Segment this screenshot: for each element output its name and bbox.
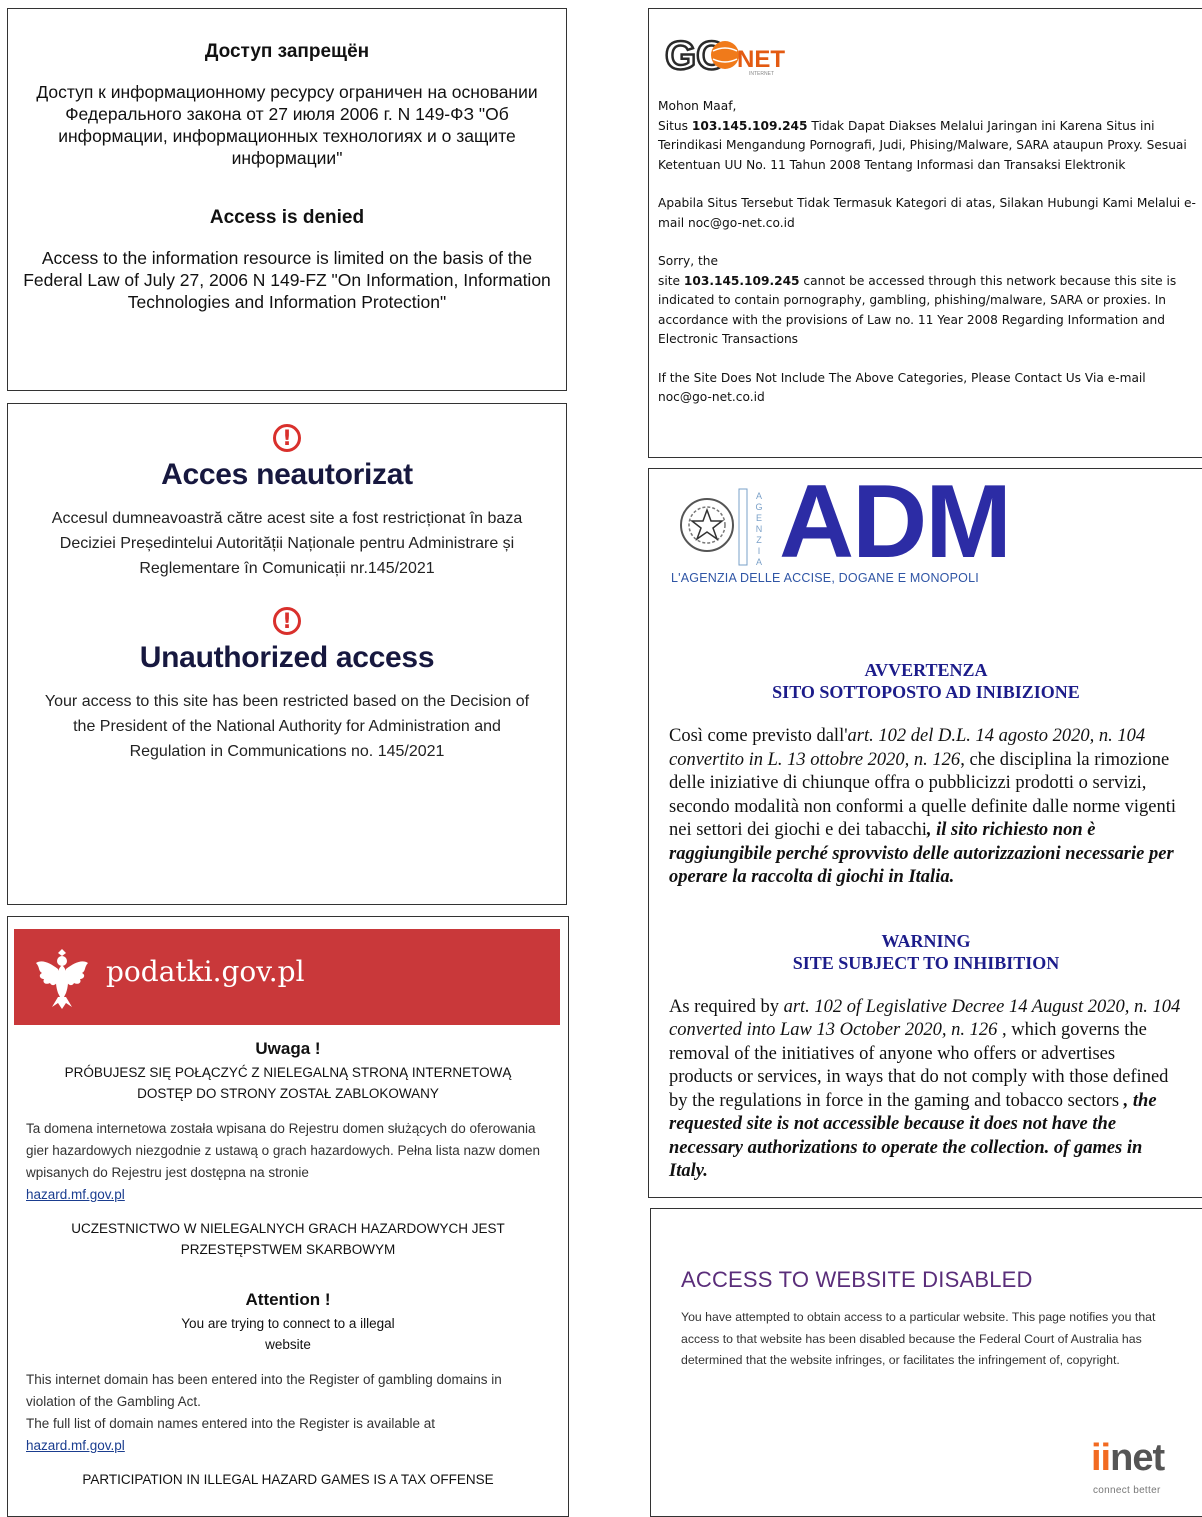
hazard-link[interactable]: hazard.mf.gov.pl	[26, 1187, 125, 1202]
indonesia-block-page: GO NET INTERNET Mohon Maaf, Situs 103.145…	[648, 8, 1202, 458]
italy-block-page: AGENZIA ADM L'AGENZIA DELLE ACCISE, DOGA…	[648, 468, 1202, 1198]
pl-caps-line-2: DOSTĘP DO STRONY ZOSTAŁ ZABLOKOWANY	[137, 1086, 439, 1101]
en-heading-2: SITE SUBJECT TO INHIBITION	[792, 952, 1060, 973]
romania-title-ro: Acces neautorizat	[161, 458, 413, 491]
logo-net-text: NET	[737, 46, 785, 73]
it-paragraph: Così come previsto dall'art. 102 del D.L…	[649, 725, 1202, 890]
pl-paragraph-text: Ta domena internetowa została wpisana do…	[26, 1121, 541, 1180]
msg-id-1a: Mohon Maaf,	[658, 99, 737, 113]
agency-name: L'AGENZIA DELLE ACCISE, DOGANE E MONOPOL…	[671, 571, 979, 585]
exclamation-circle-icon: !	[273, 424, 301, 452]
russia-title-ru: Доступ запрещён	[204, 41, 370, 62]
en-subline-1: You are trying to connect to a illegal	[181, 1316, 395, 1331]
msg-en-2: If the Site Does Not Include The Above C…	[658, 370, 1146, 405]
russia-text-ru: Доступ к информационному ресурсу огранич…	[36, 82, 538, 168]
msg-en-1b: site	[658, 273, 684, 288]
russia-block-page: Доступ запрещён Доступ к информационному…	[7, 8, 567, 391]
pl-paragraph: Ta domena internetowa została wpisana do…	[8, 1118, 568, 1206]
polish-eagle-icon	[36, 949, 88, 1009]
poland-block-page: podatki.gov.pl Uwaga ! PRÓBUJESZ SIĘ POŁ…	[7, 916, 569, 1517]
au-title: ACCESS TO WEBSITE DISABLED	[681, 1267, 1033, 1292]
hazard-link[interactable]: hazard.mf.gov.pl	[26, 1438, 125, 1453]
en-heading: Attention !	[245, 1290, 331, 1309]
pl-heading: Uwaga !	[255, 1039, 321, 1058]
en-paragraph: This internet domain has been entered in…	[8, 1369, 568, 1457]
it-heading-2: SITO SOTTOPOSTO AD INIBIZIONE	[772, 682, 1080, 702]
adm-logo: ADM	[779, 468, 1012, 580]
romania-text-en: Your access to this site has been restri…	[44, 693, 530, 760]
en-subline-2: website	[265, 1337, 311, 1352]
iinet-logo: iinet	[1091, 1437, 1165, 1479]
russia-text-en: Access to the information resource is li…	[23, 248, 551, 312]
msg-id-2: Apabila Situs Tersebut Tidak Termasuk Ka…	[658, 196, 1196, 230]
agenzia-vertical-text: AGENZIA	[755, 491, 763, 567]
iinet-tagline: connect better	[1093, 1485, 1161, 1496]
en-heading-1: WARNING	[881, 930, 971, 951]
podatki-header-banner: podatki.gov.pl	[14, 929, 560, 1025]
romania-text-ro: Accesul dumneavoastră către acest site a…	[51, 510, 523, 577]
romania-block-page: ! Acces neautorizat Accesul dumneavoastr…	[7, 403, 567, 905]
en-caps-line: PARTICIPATION IN ILLEGAL HAZARD GAMES IS…	[82, 1472, 494, 1487]
pl-caps-line-3: UCZESTNICTWO W NIELEGALNYCH GRACH HAZARD…	[71, 1221, 505, 1257]
romania-title-en: Unauthorized access	[139, 641, 435, 674]
en-text-a: As required by	[669, 996, 784, 1017]
msg-en-1: Sorry, the site 103.145.109.245 cannot be…	[658, 252, 1198, 350]
en-paragraph-2: The full list of domain names entered in…	[26, 1416, 435, 1431]
russia-title-en: Access is denied	[209, 207, 365, 228]
msg-en-1a: Sorry, the	[658, 254, 718, 268]
iinet-logo-ii: ii	[1091, 1437, 1111, 1479]
globe-icon	[711, 41, 739, 69]
gonet-logo-graphic: GO NET INTERNET	[664, 33, 786, 80]
australia-block-page: ACCESS TO WEBSITE DISABLED You have atte…	[650, 1208, 1202, 1517]
logo-tag-text: INTERNET	[749, 71, 774, 77]
blocked-ip: 103.145.109.245	[691, 118, 808, 133]
site-name: podatki.gov.pl	[106, 955, 305, 988]
msg-id-1b: Situs	[658, 118, 692, 133]
pl-caps-line-1: PRÓBUJESZ SIĘ POŁĄCZYĆ Z NIELEGALNĄ STRO…	[64, 1065, 512, 1080]
it-heading-1: AVVERTENZA	[864, 660, 988, 680]
gonet-logo: GO NET INTERNET	[664, 33, 805, 82]
italian-emblem-icon	[680, 488, 748, 566]
en-paragraph: As required by art. 102 of Legislative D…	[649, 996, 1202, 1184]
au-text: You have attempted to obtain access to a…	[681, 1310, 1156, 1367]
blocked-ip: 103.145.109.245	[683, 273, 800, 288]
msg-id-1: Mohon Maaf, Situs 103.145.109.245 Tidak D…	[658, 97, 1198, 175]
exclamation-circle-icon: !	[273, 607, 301, 635]
en-paragraph-1: This internet domain has been entered in…	[26, 1372, 502, 1409]
indonesia-message: Mohon Maaf, Situs 103.145.109.245 Tidak D…	[658, 97, 1198, 427]
it-text-a: Così come previsto dall'	[669, 726, 848, 746]
iinet-logo-net: net	[1110, 1437, 1165, 1479]
